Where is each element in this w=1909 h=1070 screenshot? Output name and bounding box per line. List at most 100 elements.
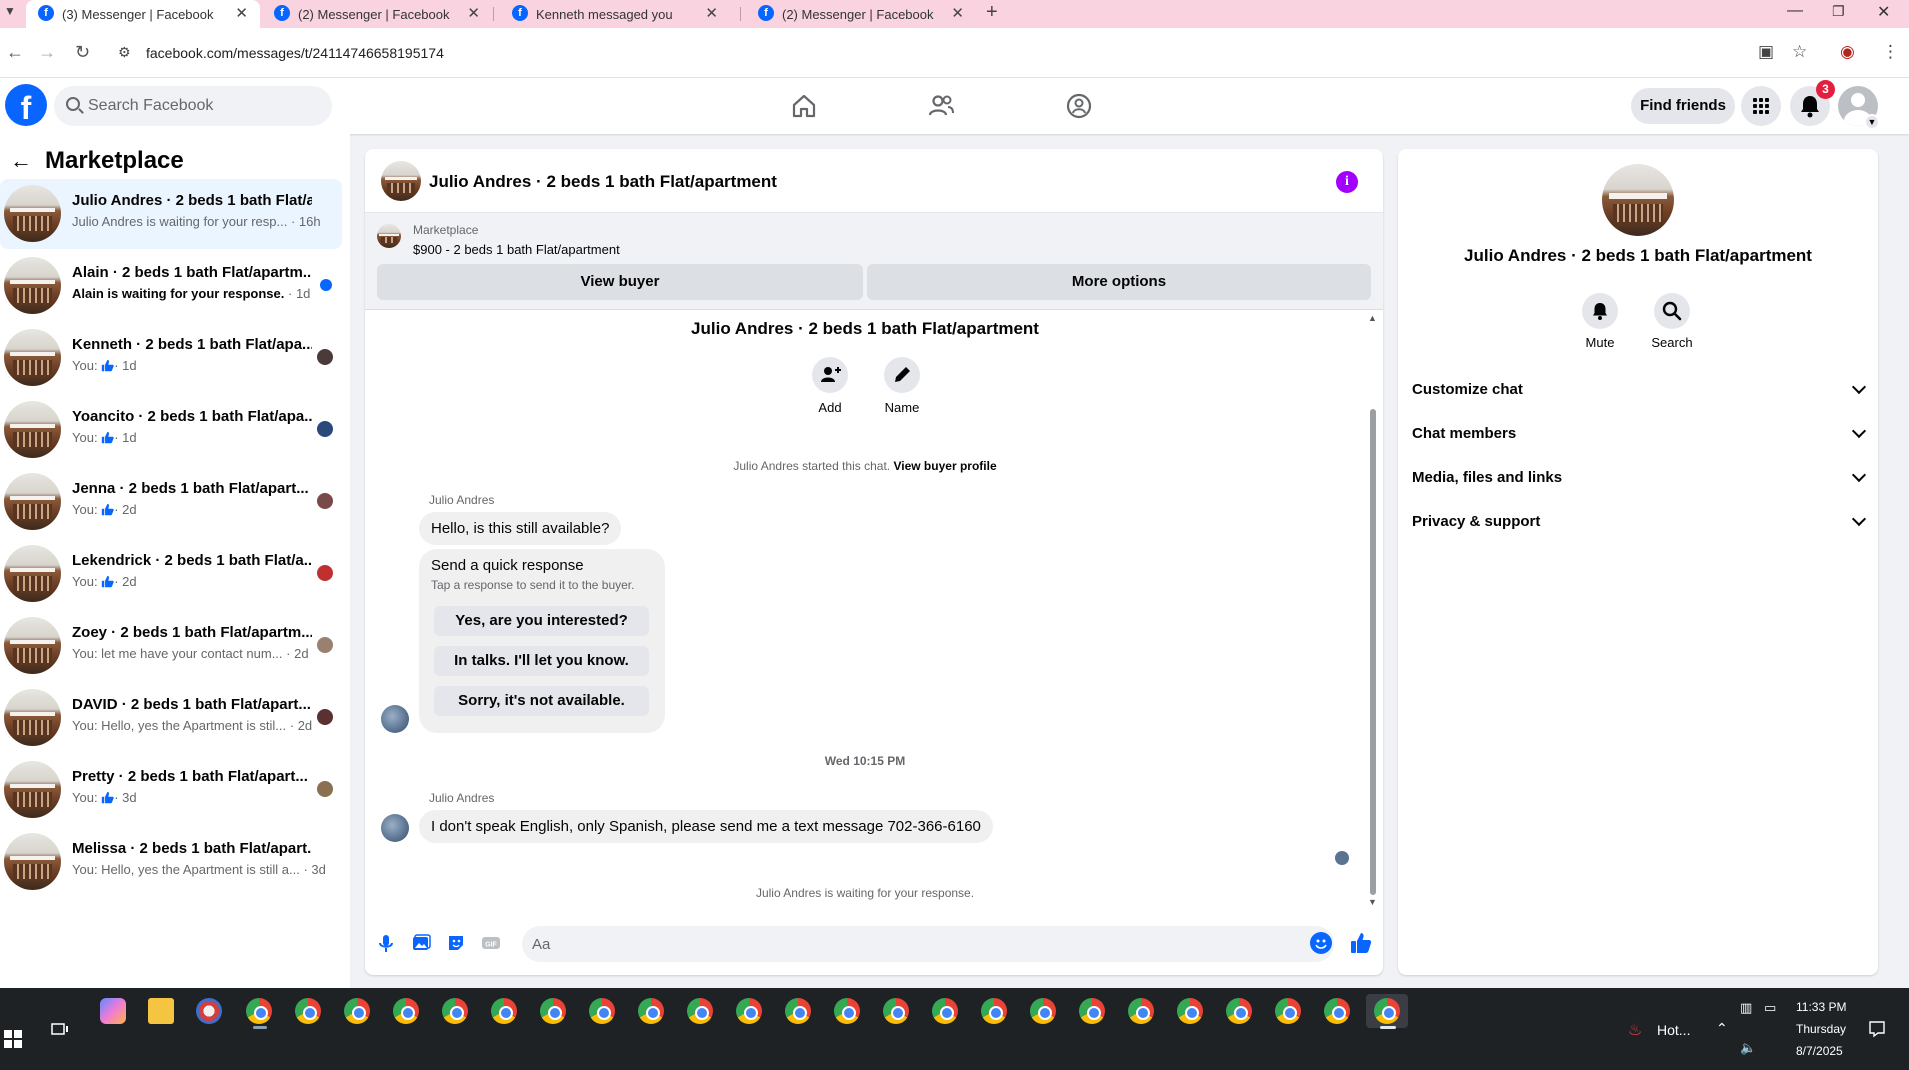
chevron-down-icon[interactable]: ▼ — [1864, 114, 1880, 130]
groups-icon[interactable] — [1065, 92, 1093, 120]
chrome-taskbar-icon[interactable] — [1226, 998, 1252, 1024]
mute-action[interactable]: Mute — [1565, 293, 1635, 350]
close-tab-icon[interactable]: ✕ — [467, 4, 480, 22]
message-input[interactable] — [522, 926, 1334, 962]
quick-response-button[interactable]: Sorry, it's not available. — [434, 686, 649, 716]
facebook-logo-icon[interactable]: f — [5, 84, 47, 126]
conversation-item[interactable]: Alain · 2 beds 1 bath Flat/apartm... Ala… — [0, 251, 342, 321]
chrome-taskbar-icon[interactable] — [589, 998, 615, 1024]
weather-text[interactable]: Hot... — [1657, 1022, 1690, 1038]
windows-start-icon[interactable] — [4, 1030, 22, 1048]
chrome-taskbar-icon[interactable] — [932, 998, 958, 1024]
view-buyer-button[interactable]: View buyer — [377, 264, 863, 300]
chrome-taskbar-icon[interactable] — [491, 998, 517, 1024]
conversation-item[interactable]: Zoey · 2 beds 1 bath Flat/apartm... You:… — [0, 611, 342, 681]
chevron-up-icon[interactable]: ⌃ — [1716, 1020, 1728, 1037]
clock-date[interactable]: 8/7/2025 — [1796, 1044, 1843, 1058]
chrome-taskbar-icon[interactable] — [295, 998, 321, 1024]
conversation-item[interactable]: Julio Andres · 2 beds 1 bath Flat/a... J… — [0, 179, 342, 249]
chrome-taskbar-icon[interactable] — [834, 998, 860, 1024]
close-tab-icon[interactable]: ✕ — [951, 4, 964, 22]
find-friends-button[interactable]: Find friends — [1631, 88, 1735, 124]
sticker-icon[interactable] — [445, 932, 467, 954]
site-info-icon[interactable]: ⚙ — [118, 44, 131, 61]
add-people-action[interactable]: Add — [790, 357, 870, 415]
gif-icon[interactable]: GIF — [480, 932, 502, 954]
chrome-taskbar-icon[interactable] — [1079, 998, 1105, 1024]
menu-grid-button[interactable] — [1741, 86, 1781, 126]
thumbs-up-icon[interactable] — [1348, 930, 1374, 956]
chrome-taskbar-icon[interactable] — [344, 998, 370, 1024]
quick-response-button[interactable]: In talks. I'll let you know. — [434, 646, 649, 676]
chrome-taskbar-icon[interactable] — [442, 998, 468, 1024]
sender-avatar[interactable] — [381, 814, 409, 842]
close-tab-icon[interactable]: ✕ — [705, 4, 718, 22]
app-icon[interactable] — [196, 998, 222, 1024]
new-tab-plus-icon[interactable]: + — [986, 1, 998, 24]
profile-icon[interactable]: ◉ — [1840, 42, 1855, 62]
scroll-down-arrow-icon[interactable]: ▼ — [1368, 897, 1377, 907]
conversation-item[interactable]: DAVID · 2 beds 1 bath Flat/apart... You:… — [0, 683, 342, 753]
media-files-links-section[interactable]: Media, files and links — [1406, 456, 1870, 500]
forward-arrow-icon[interactable]: → — [38, 42, 56, 63]
listing-price[interactable]: $900 - 2 beds 1 bath Flat/apartment — [413, 242, 620, 257]
chat-members-section[interactable]: Chat members — [1406, 412, 1870, 456]
emoji-icon[interactable] — [1310, 932, 1332, 954]
chrome-taskbar-icon[interactable] — [1128, 998, 1154, 1024]
conversation-item[interactable]: Melissa · 2 beds 1 bath Flat/apart... Yo… — [0, 827, 342, 897]
close-window-icon[interactable]: ✕ — [1877, 2, 1890, 22]
task-view-icon[interactable] — [50, 1021, 70, 1039]
scrollbar-thumb[interactable] — [1370, 409, 1376, 895]
chrome-taskbar-icon[interactable] — [1275, 998, 1301, 1024]
chrome-taskbar-icon[interactable] — [736, 998, 762, 1024]
listing-avatar[interactable] — [1602, 164, 1674, 236]
notification-center-icon[interactable] — [1868, 1020, 1886, 1038]
listing-avatar[interactable] — [381, 161, 421, 201]
conversation-item[interactable]: Pretty · 2 beds 1 bath Flat/apart... You… — [0, 755, 342, 825]
install-app-icon[interactable]: ▣ — [1758, 42, 1774, 62]
message-bubble[interactable]: I don't speak English, only Spanish, ple… — [419, 810, 993, 843]
browser-tab-3[interactable]: f Kenneth messaged you ✕ — [500, 0, 730, 28]
conversation-item[interactable]: Kenneth · 2 beds 1 bath Flat/apa... You:… — [0, 323, 342, 393]
file-explorer-icon[interactable] — [148, 998, 174, 1024]
info-icon[interactable]: i — [1336, 171, 1358, 193]
conversation-item[interactable]: Jenna · 2 beds 1 bath Flat/apart... You:… — [0, 467, 342, 537]
customize-chat-section[interactable]: Customize chat — [1406, 368, 1870, 412]
quick-response-button[interactable]: Yes, are you interested? — [434, 606, 649, 636]
view-buyer-profile-link[interactable]: View buyer profile — [893, 459, 996, 473]
reload-icon[interactable]: ↻ — [75, 42, 90, 63]
chrome-taskbar-icon[interactable] — [1374, 998, 1400, 1024]
chrome-taskbar-icon[interactable] — [393, 998, 419, 1024]
chrome-taskbar-icon[interactable] — [1324, 998, 1350, 1024]
chrome-taskbar-icon[interactable] — [687, 998, 713, 1024]
conversation-item[interactable]: Yoancito · 2 beds 1 bath Flat/apa... You… — [0, 395, 342, 465]
chat-title[interactable]: Julio Andres · 2 beds 1 bath Flat/apartm… — [429, 172, 777, 192]
clock-time[interactable]: 11:33 PM — [1796, 1000, 1846, 1014]
browser-tab-2[interactable]: f (2) Messenger | Facebook ✕ — [262, 0, 492, 28]
more-options-button[interactable]: More options — [867, 264, 1371, 300]
facebook-search[interactable] — [54, 86, 332, 126]
search-input[interactable] — [88, 86, 318, 126]
bookmark-star-icon[interactable]: ☆ — [1792, 42, 1807, 62]
close-tab-icon[interactable]: ✕ — [235, 4, 248, 22]
chrome-taskbar-icon[interactable] — [883, 998, 909, 1024]
battery-icon[interactable]: ▥ — [1740, 1000, 1752, 1016]
home-icon[interactable] — [790, 92, 818, 120]
browser-menu-icon[interactable]: ⋮ — [1882, 42, 1899, 62]
browser-tab-1[interactable]: f (3) Messenger | Facebook ✕ — [26, 0, 260, 28]
chrome-taskbar-icon[interactable] — [540, 998, 566, 1024]
chrome-taskbar-icon[interactable] — [246, 998, 272, 1024]
search-in-chat-action[interactable]: Search — [1637, 293, 1707, 350]
browser-tab-4[interactable]: f (2) Messenger | Facebook ✕ — [746, 0, 976, 28]
chrome-taskbar-icon[interactable] — [1030, 998, 1056, 1024]
microphone-icon[interactable] — [375, 932, 397, 954]
copilot-icon[interactable] — [100, 998, 126, 1024]
chrome-taskbar-icon[interactable] — [638, 998, 664, 1024]
name-chat-action[interactable]: Name — [862, 357, 942, 415]
scroll-up-arrow-icon[interactable]: ▲ — [1368, 313, 1377, 323]
url-text[interactable]: facebook.com/messages/t/2411474665819517… — [146, 45, 444, 61]
volume-icon[interactable]: 🔈 — [1740, 1040, 1756, 1056]
message-bubble[interactable]: Hello, is this still available? — [419, 512, 622, 545]
restore-window-icon[interactable]: ❐ — [1832, 3, 1845, 20]
conversation-item[interactable]: Lekendrick · 2 beds 1 bath Flat/a... You… — [0, 539, 342, 609]
